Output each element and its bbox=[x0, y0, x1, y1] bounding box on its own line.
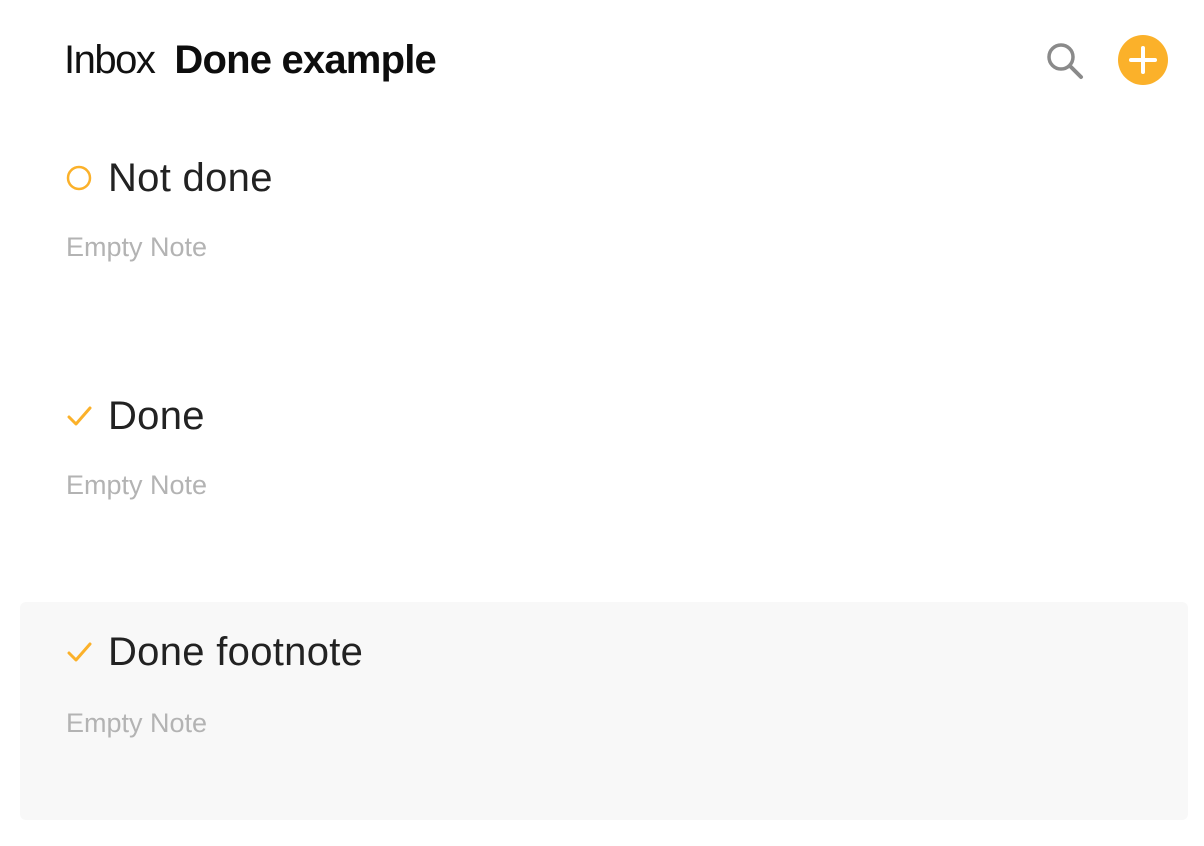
search-button[interactable] bbox=[1042, 38, 1088, 84]
note-item[interactable]: Not done Empty Note bbox=[20, 136, 1188, 336]
note-title: Not done bbox=[108, 155, 273, 200]
add-note-button[interactable] bbox=[1118, 35, 1168, 85]
note-preview: Empty Note bbox=[66, 232, 208, 262]
status-toggle[interactable] bbox=[64, 163, 94, 193]
note-title: Done footnote bbox=[108, 629, 364, 674]
note-item-selected[interactable]: Done footnote Empty Note bbox=[20, 602, 1188, 820]
note-preview: Empty Note bbox=[66, 470, 208, 500]
note-preview: Empty Note bbox=[66, 708, 208, 738]
app-window: Inbox Done example Not done Empty Note D… bbox=[0, 0, 1204, 846]
note-title: Done bbox=[108, 393, 205, 438]
note-title-row: Done bbox=[64, 386, 205, 446]
circle-icon bbox=[66, 165, 92, 191]
status-toggle[interactable] bbox=[64, 401, 94, 431]
note-title-row: Done footnote bbox=[64, 622, 363, 682]
breadcrumb[interactable]: Inbox bbox=[64, 38, 156, 83]
search-icon bbox=[1047, 43, 1083, 79]
note-title-row: Not done bbox=[64, 148, 273, 208]
page-title: Done example bbox=[174, 37, 436, 82]
note-item[interactable]: Done Empty Note bbox=[20, 374, 1188, 574]
plus-icon bbox=[1129, 46, 1157, 74]
status-toggle[interactable] bbox=[64, 637, 94, 667]
header: Inbox Done example bbox=[64, 30, 1174, 90]
checkmark-icon bbox=[67, 642, 92, 662]
checkmark-icon bbox=[67, 406, 92, 426]
